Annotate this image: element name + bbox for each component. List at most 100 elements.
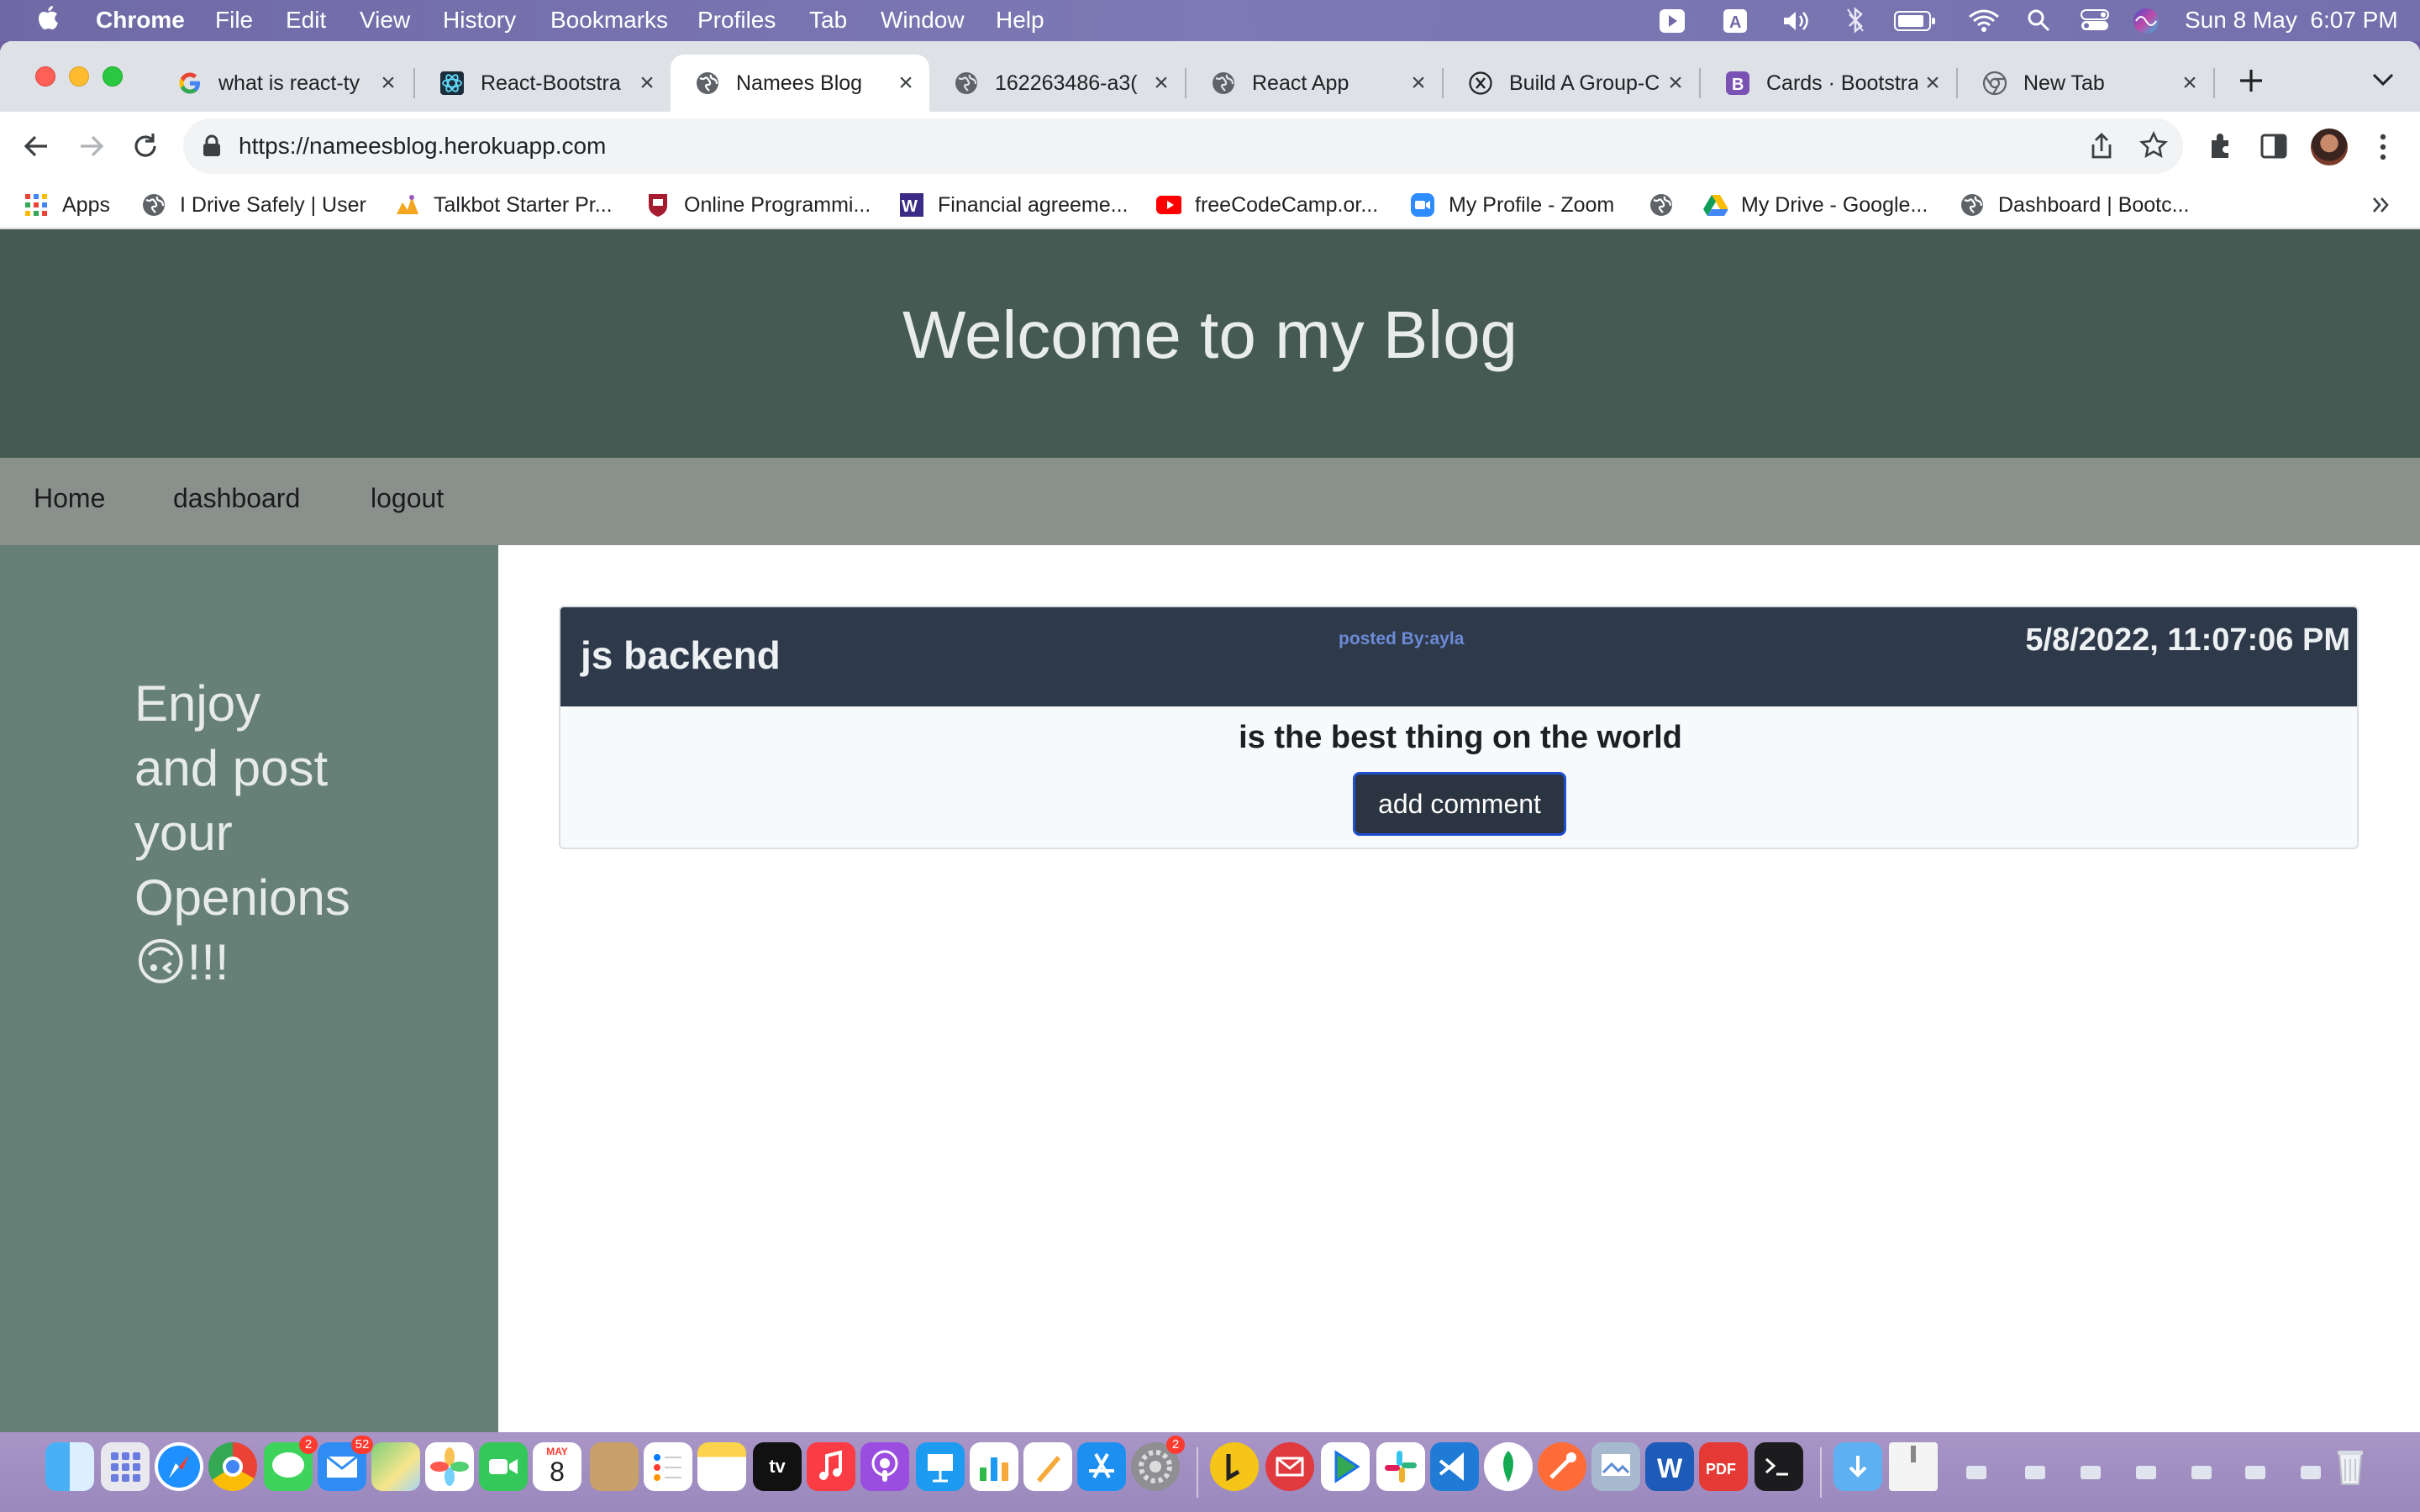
more-bookmarks-chevron-icon[interactable]	[2371, 194, 2391, 216]
finder-icon[interactable]	[45, 1442, 94, 1491]
bookmark-talkbot[interactable]: Talkbot Starter Pr...	[395, 182, 613, 228]
bookmark-online-programming[interactable]: Online Programmi...	[645, 182, 871, 228]
nav-dashboard-link[interactable]: dashboard	[173, 483, 300, 514]
maps-icon[interactable]	[371, 1442, 420, 1491]
vscode-icon[interactable]	[1430, 1442, 1479, 1491]
bookmark-freecodecamp[interactable]: freeCodeCamp.or...	[1156, 182, 1378, 228]
launchpad-icon[interactable]	[101, 1442, 150, 1491]
contacts-icon[interactable]	[590, 1442, 639, 1491]
window-zoom-button[interactable]	[103, 66, 123, 87]
window-minimize-button[interactable]	[69, 66, 89, 87]
downloads-folder-icon[interactable]	[1833, 1442, 1882, 1491]
bookmark-dashboard-bootcamp[interactable]: Dashboard | Bootc...	[1960, 182, 2189, 228]
reload-icon[interactable]	[131, 132, 160, 160]
window-thumbnail-icon[interactable]	[2301, 1466, 2321, 1479]
nav-home-link[interactable]: Home	[34, 483, 105, 514]
play-status-icon[interactable]	[1659, 8, 1686, 34]
menu-bookmarks[interactable]: Bookmarks	[550, 7, 668, 34]
window-thumbnail-icon[interactable]	[2245, 1466, 2265, 1479]
tab-close-icon[interactable]: ×	[891, 69, 921, 97]
address-bar[interactable]: https://nameesblog.herokuapp.com	[183, 118, 2183, 174]
chrome-menu-icon[interactable]	[2378, 132, 2388, 162]
tab-close-icon[interactable]: ×	[1403, 69, 1434, 97]
back-arrow-icon[interactable]	[22, 132, 50, 160]
control-center-icon[interactable]	[2081, 8, 2109, 32]
pages-icon[interactable]	[1023, 1442, 1072, 1491]
tab-close-icon[interactable]: ×	[2175, 69, 2205, 97]
slack-icon[interactable]	[1376, 1442, 1425, 1491]
window-thumbnail-icon[interactable]	[2081, 1466, 2101, 1479]
menu-edit[interactable]: Edit	[286, 7, 326, 34]
preview-icon[interactable]	[1591, 1442, 1640, 1491]
apple-tv-icon[interactable]: tv	[753, 1442, 802, 1491]
tab-react-app[interactable]: React App ×	[1186, 55, 1442, 112]
tab-bootstrap-cards[interactable]: B Cards · Bootstra ×	[1701, 55, 1956, 112]
window-thumbnail-icon[interactable]	[1966, 1466, 1986, 1479]
terminal-icon[interactable]	[1754, 1442, 1803, 1491]
menu-window[interactable]: Window	[881, 7, 965, 34]
tab-close-icon[interactable]: ×	[632, 69, 662, 97]
notes-icon[interactable]	[697, 1442, 746, 1491]
tab-close-icon[interactable]: ×	[373, 69, 403, 97]
menu-history[interactable]: History	[443, 7, 516, 34]
bookmark-zoom-profile[interactable]: My Profile - Zoom	[1410, 182, 1614, 228]
input-source-icon[interactable]: A	[1723, 8, 1748, 34]
menu-view[interactable]: View	[360, 7, 410, 34]
menu-datetime[interactable]: Sun 8 May 6:07 PM	[2185, 7, 2398, 34]
menu-tab[interactable]: Tab	[809, 7, 847, 34]
bing-icon[interactable]	[1210, 1442, 1259, 1491]
window-thumbnail-icon[interactable]	[2025, 1466, 2045, 1479]
safari-icon[interactable]	[155, 1442, 203, 1491]
app-store-icon[interactable]	[1077, 1442, 1126, 1491]
numbers-icon[interactable]	[970, 1442, 1018, 1491]
calendar-icon[interactable]: MAY 8	[533, 1442, 581, 1491]
extensions-puzzle-icon[interactable]	[2207, 132, 2235, 160]
bookmark-untitled[interactable]	[1649, 182, 1687, 228]
menu-help[interactable]: Help	[996, 7, 1044, 34]
tab-new-tab[interactable]: New Tab ×	[1958, 55, 2213, 112]
podcasts-icon[interactable]	[860, 1442, 909, 1491]
tab-search-chevron-down-icon[interactable]	[2371, 71, 2395, 88]
window-thumbnail-icon[interactable]	[2136, 1466, 2156, 1479]
side-panel-icon[interactable]	[2260, 133, 2287, 160]
window-thumbnail-icon[interactable]	[2191, 1466, 2212, 1479]
google-play-icon[interactable]	[1321, 1442, 1370, 1491]
zip-file-icon[interactable]	[1889, 1442, 1938, 1491]
apple-icon[interactable]	[35, 4, 60, 33]
tab-close-icon[interactable]: ×	[1146, 69, 1176, 97]
photos-icon[interactable]	[425, 1442, 474, 1491]
trash-icon[interactable]	[2326, 1442, 2375, 1491]
mail-icon[interactable]: 52	[318, 1436, 373, 1491]
new-tab-plus-icon[interactable]	[2237, 66, 2265, 95]
tab-react-bootstrap[interactable]: React-Bootstra ×	[415, 55, 671, 112]
bookmark-star-icon[interactable]	[2139, 131, 2168, 160]
messages-icon[interactable]: 2	[264, 1436, 318, 1491]
music-icon[interactable]	[807, 1442, 855, 1491]
airmail-icon[interactable]	[1265, 1442, 1314, 1491]
url-text[interactable]: https://nameesblog.herokuapp.com	[239, 133, 606, 160]
tab-namees-blog[interactable]: Namees Blog ×	[671, 55, 929, 112]
forward-arrow-icon[interactable]	[77, 132, 106, 160]
menu-app-name[interactable]: Chrome	[96, 7, 185, 34]
tab-close-icon[interactable]: ×	[1918, 69, 1948, 97]
reminders-icon[interactable]	[644, 1442, 692, 1491]
wifi-icon[interactable]	[1968, 8, 2000, 32]
chrome-dock-icon[interactable]	[208, 1442, 257, 1491]
bookmark-apps[interactable]: Apps	[24, 182, 110, 228]
bookmark-i-drive-safely[interactable]: I Drive Safely | User	[141, 182, 366, 228]
keynote-icon[interactable]	[916, 1442, 965, 1491]
window-close-button[interactable]	[35, 66, 55, 87]
postman-icon[interactable]	[1538, 1442, 1586, 1491]
nav-logout-link[interactable]: logout	[371, 483, 444, 514]
bookmark-financial-agreement[interactable]: W Financial agreeme...	[899, 182, 1128, 228]
lock-icon[interactable]	[202, 134, 222, 158]
menu-file[interactable]: File	[215, 7, 253, 34]
system-preferences-icon[interactable]: 2	[1131, 1436, 1185, 1491]
word-icon[interactable]: W	[1645, 1442, 1694, 1491]
battery-icon[interactable]	[1894, 10, 1936, 32]
bluetooth-icon[interactable]	[1845, 7, 1865, 34]
tab-google-search[interactable]: what is react-ty ×	[153, 55, 412, 112]
spotlight-search-icon[interactable]	[2027, 8, 2050, 32]
tab-image-file[interactable]: 162263486-a3( ×	[929, 55, 1185, 112]
mongodb-compass-icon[interactable]	[1484, 1442, 1533, 1491]
